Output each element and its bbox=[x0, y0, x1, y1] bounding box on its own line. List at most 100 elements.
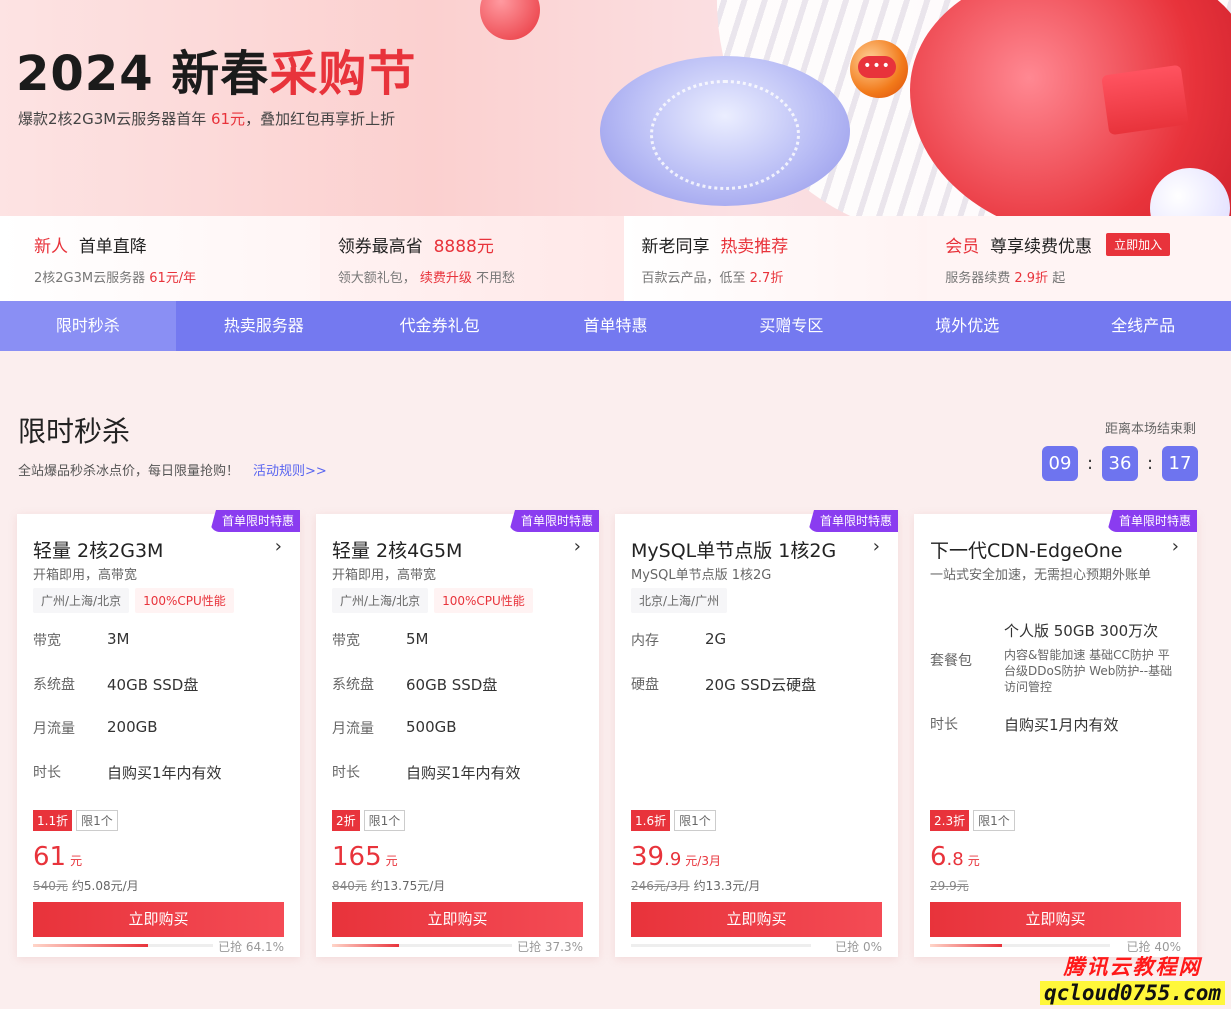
nav-overseas[interactable]: 境外优选 bbox=[879, 301, 1055, 351]
spec-row: 时长 自购买1年内有效 bbox=[33, 764, 222, 782]
sold-progress-bar bbox=[930, 944, 1110, 947]
chevron-right-icon[interactable]: › bbox=[574, 536, 581, 557]
spec-row: 时长 自购买1年内有效 bbox=[332, 764, 521, 782]
watermark: 腾讯云教程网 qcloud0755.com bbox=[1039, 951, 1225, 1005]
watermark-line1: 腾讯云教程网 bbox=[1063, 955, 1202, 979]
countdown-label: 距离本场结束剩 bbox=[1104, 422, 1196, 437]
spec-row: 系统盘 40GB SSD盘 bbox=[33, 676, 199, 694]
discount-badge: 1.1折 bbox=[33, 810, 73, 831]
region-tag: 广州/上海/北京 bbox=[33, 588, 130, 613]
nav-first-order[interactable]: 首单特惠 bbox=[528, 301, 704, 351]
countdown-separator: : bbox=[1086, 453, 1094, 474]
discount-badge: 2.3折 bbox=[930, 810, 970, 831]
spec-row: 带宽 3M bbox=[33, 630, 130, 649]
hero-banner: ••• 2024 新春采购节 爆款2核2G3M云服务器首年 61元，叠加红包再享… bbox=[0, 0, 1231, 216]
sold-percent: 已抢 37.3% bbox=[517, 940, 583, 954]
limit-badge: 限1个 bbox=[674, 810, 716, 831]
watermark-line2: qcloud0755.com bbox=[1039, 981, 1225, 1005]
rules-link[interactable]: 活动规则>> bbox=[253, 464, 327, 479]
buy-now-button[interactable]: 立即购买 bbox=[332, 902, 583, 937]
chevron-right-icon[interactable]: › bbox=[873, 536, 880, 557]
discount-tags: 2折 限1个 bbox=[332, 810, 406, 831]
original-price: 840元 约13.75元/月 bbox=[332, 879, 446, 893]
nav-flash-sale[interactable]: 限时秒杀 bbox=[0, 301, 176, 351]
original-price: 29.9元 bbox=[930, 879, 969, 893]
benefit-coupon[interactable]: 领券最高省 8888元 领大额礼包， 续费升级 不用愁 bbox=[319, 216, 624, 301]
spec-row: 带宽 5M bbox=[332, 630, 429, 649]
buy-now-button[interactable]: 立即购买 bbox=[631, 902, 882, 937]
product-title[interactable]: MySQL单节点版 1核2G bbox=[631, 536, 836, 563]
product-subtitle: 一站式安全加速，无需担心预期外账单 bbox=[930, 568, 1152, 583]
countdown-seconds: 17 bbox=[1162, 446, 1198, 481]
region-tag: 北京/上海/广州 bbox=[631, 588, 728, 613]
discount-tags: 1.1折 限1个 bbox=[33, 810, 118, 831]
feature-tag: 100%CPU性能 bbox=[135, 588, 234, 613]
sold-progress-bar bbox=[631, 944, 811, 947]
original-price: 540元 约5.08元/月 bbox=[33, 879, 139, 893]
product-card[interactable]: 首单限时特惠 下一代CDN-EdgeOne › 一站式安全加速，无需担心预期外账… bbox=[914, 510, 1197, 957]
hero-title: 2024 新春采购节 bbox=[16, 46, 417, 102]
spec-row: 月流量 500GB bbox=[332, 718, 457, 737]
decor-disc-ring bbox=[650, 80, 800, 190]
chevron-right-icon[interactable]: › bbox=[1172, 536, 1179, 557]
product-tags: 广州/上海/北京 100%CPU性能 bbox=[332, 588, 533, 613]
decor-ball bbox=[480, 0, 540, 40]
gift-box-icon bbox=[1101, 64, 1189, 136]
product-title[interactable]: 轻量 2核4G5M bbox=[332, 536, 462, 563]
sold-progress-fill bbox=[930, 944, 1002, 947]
chevron-right-icon[interactable]: › bbox=[275, 536, 282, 557]
promo-badge: 首单限时特惠 bbox=[1106, 510, 1197, 532]
section-subtitle: 全站爆品秒杀冰点价，每日限量抢购！ 活动规则>> bbox=[18, 464, 327, 479]
spec-row: 硬盘 20G SSD云硬盘 bbox=[631, 676, 817, 694]
price: 165 元 bbox=[332, 842, 398, 872]
discount-badge: 2折 bbox=[332, 810, 360, 831]
product-card[interactable]: 首单限时特惠 MySQL单节点版 1核2G › MySQL单节点版 1核2G 北… bbox=[615, 510, 898, 957]
nav-hot-servers[interactable]: 热卖服务器 bbox=[176, 301, 352, 351]
feature-tag: 100%CPU性能 bbox=[434, 588, 533, 613]
sold-progress-bar bbox=[332, 944, 512, 947]
package-description: 内容&智能加速 基础CC防护 平台级DDoS防护 Web防护--基础访问管控 bbox=[1004, 648, 1173, 694]
spec-row: 内存 2G bbox=[631, 630, 727, 649]
package-row: 套餐包 个人版 50GB 300万次 内容&智能加速 基础CC防护 平台级DDo… bbox=[930, 622, 1173, 694]
spec-row: 时长 自购买1月内有效 bbox=[930, 716, 1119, 734]
product-tags: 广州/上海/北京 100%CPU性能 bbox=[33, 588, 234, 613]
nav-all-products[interactable]: 全线产品 bbox=[1055, 301, 1231, 351]
package-name: 个人版 50GB 300万次 bbox=[1004, 622, 1159, 640]
countdown-separator: : bbox=[1146, 453, 1154, 474]
countdown-hours: 09 bbox=[1042, 446, 1078, 481]
price: 6.8 元 bbox=[930, 842, 980, 872]
region-tag: 广州/上海/北京 bbox=[332, 588, 429, 613]
benefit-hot-sale[interactable]: 新老同享 热卖推荐 百款云产品，低至 2.7折 bbox=[623, 216, 928, 301]
promo-badge: 首单限时特惠 bbox=[508, 510, 599, 532]
nav-gift-zone[interactable]: 买赠专区 bbox=[703, 301, 879, 351]
sold-progress-fill bbox=[33, 944, 149, 947]
discount-tags: 1.6折 限1个 bbox=[631, 810, 716, 831]
spec-row: 月流量 200GB bbox=[33, 718, 158, 737]
price: 39.9 元/3月 bbox=[631, 842, 721, 872]
promo-badge: 首单限时特惠 bbox=[807, 510, 898, 532]
product-subtitle: 开箱即用，高带宽 bbox=[332, 568, 437, 583]
chat-bubble-icon: ••• bbox=[850, 40, 908, 98]
buy-now-button[interactable]: 立即购买 bbox=[33, 902, 284, 937]
product-title[interactable]: 下一代CDN-EdgeOne bbox=[930, 536, 1122, 563]
nav-vouchers[interactable]: 代金券礼包 bbox=[352, 301, 528, 351]
sold-percent: 已抢 0% bbox=[835, 940, 882, 954]
join-member-button[interactable]: 立即加入 bbox=[1106, 233, 1171, 256]
product-card[interactable]: 首单限时特惠 轻量 2核4G5M › 开箱即用，高带宽 广州/上海/北京 100… bbox=[316, 510, 599, 957]
discount-tags: 2.3折 限1个 bbox=[930, 810, 1015, 831]
product-subtitle: MySQL单节点版 1核2G bbox=[631, 568, 772, 583]
benefit-newcomer[interactable]: 新人 首单直降 2核2G3M云服务器 61元/年 bbox=[0, 216, 320, 301]
product-subtitle: 开箱即用，高带宽 bbox=[33, 568, 138, 583]
limit-badge: 限1个 bbox=[363, 810, 406, 831]
sold-progress-bar bbox=[33, 944, 213, 947]
buy-now-button[interactable]: 立即购买 bbox=[930, 902, 1181, 937]
countdown-minutes: 36 bbox=[1102, 446, 1138, 481]
sold-percent: 已抢 64.1% bbox=[218, 940, 284, 954]
sold-progress-fill bbox=[332, 944, 400, 947]
benefits-bar: 新人 首单直降 2核2G3M云服务器 61元/年 领券最高省 8888元 领大额… bbox=[0, 216, 1231, 301]
product-card[interactable]: 首单限时特惠 轻量 2核2G3M › 开箱即用，高带宽 广州/上海/北京 100… bbox=[17, 510, 300, 957]
hero-subtitle: 爆款2核2G3M云服务器首年 61元，叠加红包再享折上折 bbox=[18, 110, 396, 128]
benefit-member[interactable]: 会员 尊享续费优惠 立即加入 服务器续费 2.9折 起 bbox=[927, 216, 1231, 301]
limit-badge: 限1个 bbox=[973, 810, 1015, 831]
product-title[interactable]: 轻量 2核2G3M bbox=[33, 536, 163, 563]
